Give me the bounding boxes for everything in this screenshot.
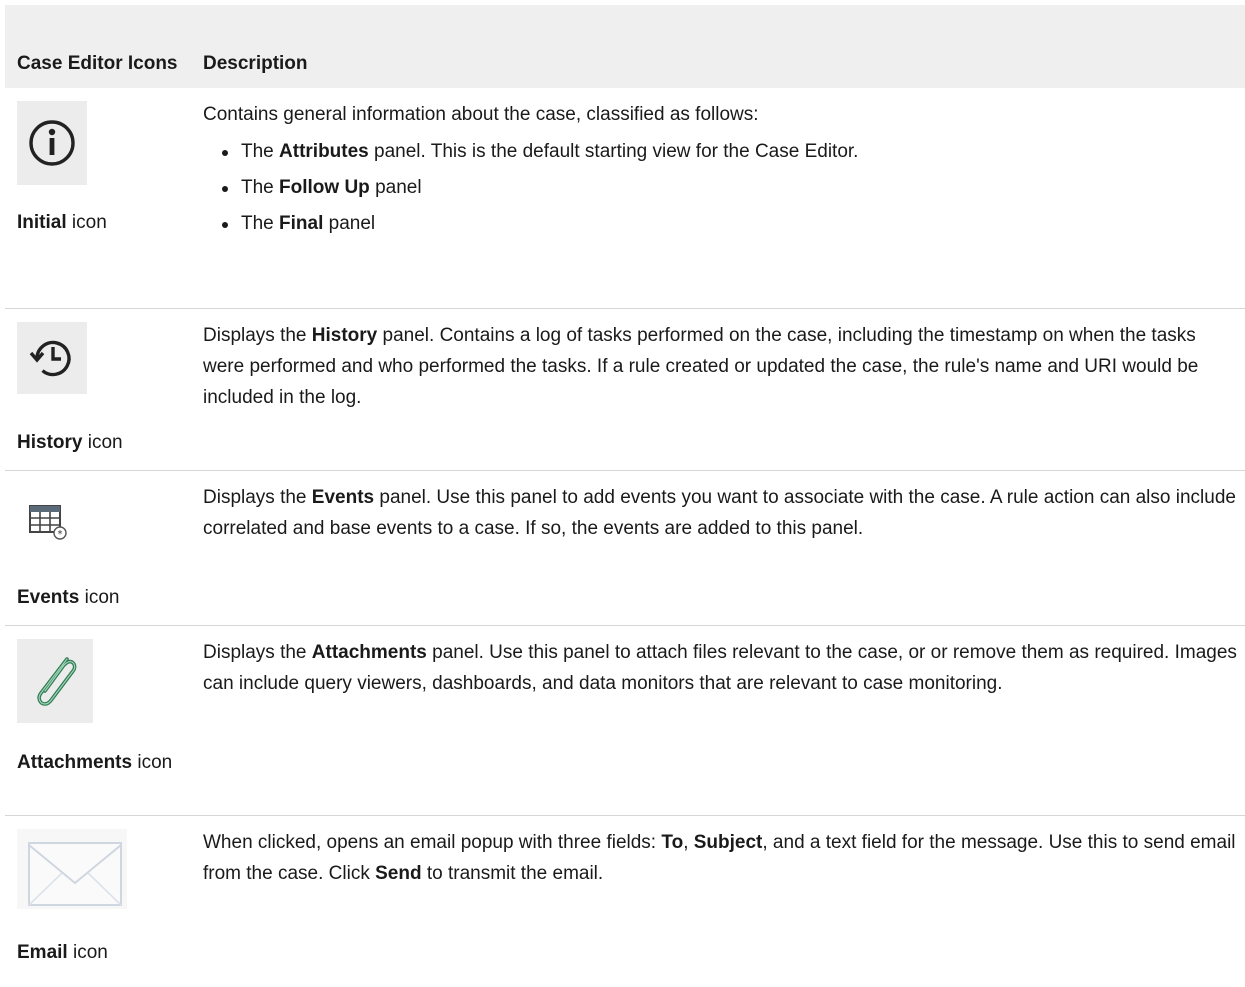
header-icons: Case Editor Icons [5, 5, 193, 88]
history-icon [17, 321, 87, 394]
header-description: Description [193, 5, 1245, 88]
case-editor-icons-table: Case Editor Icons Description Initial ic… [5, 5, 1245, 987]
icon-cell-email: Email icon [5, 815, 193, 987]
table-header-row: Case Editor Icons Description [5, 5, 1245, 88]
icon-cell-events: * Events icon [5, 470, 193, 626]
description-intro: Contains general information about the c… [203, 104, 759, 125]
description-history: Displays the History panel. Contains a l… [193, 308, 1245, 471]
table-row-email: Email icon When clicked, opens an email … [5, 815, 1245, 987]
icon-caption-events: Events icon [17, 586, 120, 608]
table-row-events: * Events icon Displays the Events panel.… [5, 470, 1245, 626]
icon-caption-attachments: Attachments icon [17, 751, 173, 773]
list-item: The Attributes panel. This is the defaul… [203, 136, 1237, 167]
list-item: The Follow Up panel [203, 172, 1237, 203]
events-grid-icon: * [17, 483, 79, 560]
info-icon [17, 101, 87, 185]
icon-caption-history: History icon [17, 431, 123, 453]
list-item: The Final panel [203, 208, 1237, 239]
description-initial: Contains general information about the c… [193, 88, 1245, 309]
svg-text:*: * [58, 529, 63, 540]
table-row-history: History icon Displays the History panel.… [5, 308, 1245, 471]
table-row-initial: Initial icon Contains general informatio… [5, 88, 1245, 309]
description-events: Displays the Events panel. Use this pane… [193, 470, 1245, 626]
panel-list: The Attributes panel. This is the defaul… [203, 136, 1237, 239]
icon-caption-initial: Initial icon [17, 212, 107, 233]
paperclip-icon [17, 638, 93, 723]
envelope-icon [17, 828, 127, 909]
icon-caption-email: Email icon [17, 941, 108, 963]
table-row-attachments: Attachments icon Displays the Attachment… [5, 625, 1245, 816]
description-email: When clicked, opens an email popup with … [203, 831, 1236, 884]
icon-cell-history: History icon [5, 308, 193, 471]
description-attachments: Displays the Attachments panel. Use this… [193, 625, 1245, 816]
icon-cell-attachments: Attachments icon [5, 625, 193, 816]
icon-cell-initial: Initial icon [5, 88, 193, 309]
